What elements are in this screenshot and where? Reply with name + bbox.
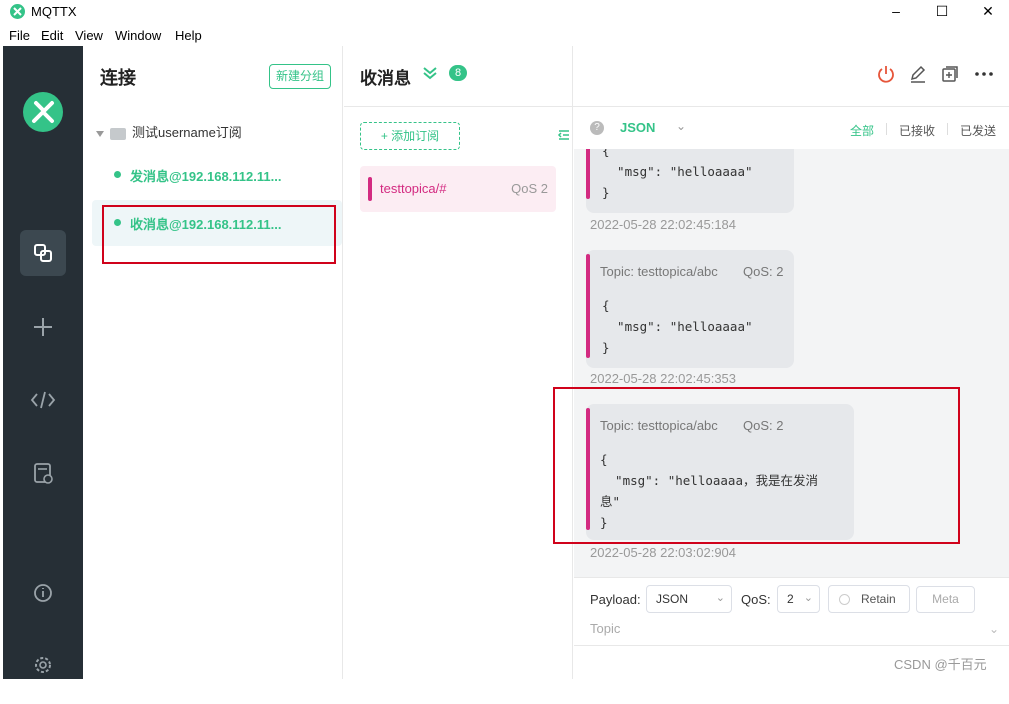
chevron-down-icon: ⌄ [803,592,813,604]
connections-icon[interactable] [20,230,66,276]
connections-panel: 连接 新建分组 测试username订阅 发消息@192.168.112.11.… [83,46,343,679]
new-group-button[interactable]: 新建分组 [269,64,331,89]
chevron-down-icon: ⌄ [715,592,725,604]
message-filter-bar: ? JSON ⌄ 全部 已接收 已发送 [574,107,1009,149]
menu-file[interactable]: File [9,28,30,43]
watermark: CSDN @千百元 [894,657,987,672]
chevron-down-icon[interactable]: ⌄ [676,119,686,133]
menu-edit[interactable]: Edit [41,28,63,43]
message-bubble[interactable]: Topic: testtopica/abc QoS: 2 { "msg": "h… [586,250,794,368]
group-label: 测试username订阅 [132,125,242,140]
edit-icon[interactable] [908,64,928,89]
message-time: 2022-05-28 22:02:45:353 [590,371,737,386]
main-header [574,46,1009,106]
double-chevron-down-icon[interactable] [422,66,438,83]
minimize-icon[interactable]: – [873,0,919,24]
title-bar: MQTTX – ☐ ✕ [0,0,1009,24]
payload-label: Payload: [590,592,641,607]
divider [947,123,948,135]
caret-down-icon [96,130,104,137]
script-icon[interactable] [20,377,66,423]
more-icon[interactable] [974,64,994,89]
window-title: MQTTX [31,4,77,19]
add-icon[interactable] [20,304,66,350]
message-payload: { "msg": "helloaaaa" } [602,298,753,355]
subscription-item[interactable]: testtopica/# QoS 2 [360,166,556,212]
message-bubble[interactable]: { "msg": "helloaaaa" } [586,149,794,213]
divider [574,645,1009,646]
unread-count-badge: 8 [449,65,467,81]
highlight-box [553,387,960,544]
about-icon[interactable] [20,570,66,616]
add-subscription-label: 添加订阅 [391,129,440,143]
connected-dot-icon [114,171,121,178]
group-row[interactable]: 测试username订阅 [96,122,242,141]
payload-format-value: JSON [656,592,689,606]
chevron-down-icon[interactable]: ⌄ [989,622,999,636]
divider [886,123,887,135]
filter-tab-all[interactable]: 全部 [850,122,874,139]
topic-color-bar [586,149,590,199]
collapse-icon[interactable] [557,128,571,145]
qos-label: QoS: [741,592,771,607]
maximize-icon[interactable]: ☐ [919,0,965,24]
connection-name-title: 收消息 [360,69,411,88]
app-logo-icon [10,4,25,19]
subscriptions-panel: 收消息 8 + 添加订阅 testtopica/# QoS 2 [344,46,1009,679]
radio-icon [839,594,850,605]
close-icon[interactable]: ✕ [965,0,1009,24]
menu-help[interactable]: Help [175,28,202,43]
filter-tab-received[interactable]: 已接收 [899,122,935,139]
connections-title: 连接 [100,68,136,88]
message-time: 2022-05-28 22:03:02:904 [590,545,737,560]
settings-icon[interactable] [20,642,66,688]
subscription-qos: QoS 2 [511,181,548,196]
qos-value: 2 [787,592,794,606]
connection-label: 发消息@192.168.112.11... [130,169,282,184]
logo-icon [23,92,63,132]
plus-icon: + [380,129,392,143]
menu-bar: File Edit View Window Help [0,26,1009,46]
help-icon[interactable]: ? [590,121,604,135]
message-time: 2022-05-28 22:02:45:184 [590,217,737,232]
topic-color-bar [586,254,590,358]
highlight-box [102,205,336,264]
meta-button[interactable]: Meta [916,586,975,613]
new-window-icon[interactable] [940,64,960,89]
menu-view[interactable]: View [75,28,103,43]
topic-input[interactable]: Topic [590,621,620,636]
log-icon[interactable] [20,450,66,496]
message-topic: Topic: testtopica/abc [600,264,718,279]
retain-toggle[interactable]: Retain [828,585,910,613]
topic-color-bar [368,177,372,201]
subscription-topic: testtopica/# [380,181,447,196]
payload-format-dropdown[interactable]: JSON ⌄ [646,585,732,613]
retain-label: Retain [861,592,896,606]
add-subscription-button[interactable]: + 添加订阅 [360,122,460,150]
message-qos: QoS: 2 [743,264,784,279]
payload-format-select[interactable]: JSON [620,120,655,135]
filter-tab-sent[interactable]: 已发送 [960,122,996,139]
folder-icon [110,127,126,140]
menu-window[interactable]: Window [115,28,161,43]
left-sidebar [3,46,83,679]
disconnect-icon[interactable] [876,64,896,89]
connection-item[interactable]: 发消息@192.168.112.11... [92,152,342,198]
qos-dropdown[interactable]: 2 ⌄ [777,585,820,613]
message-payload: { "msg": "helloaaaa" } [602,149,753,200]
